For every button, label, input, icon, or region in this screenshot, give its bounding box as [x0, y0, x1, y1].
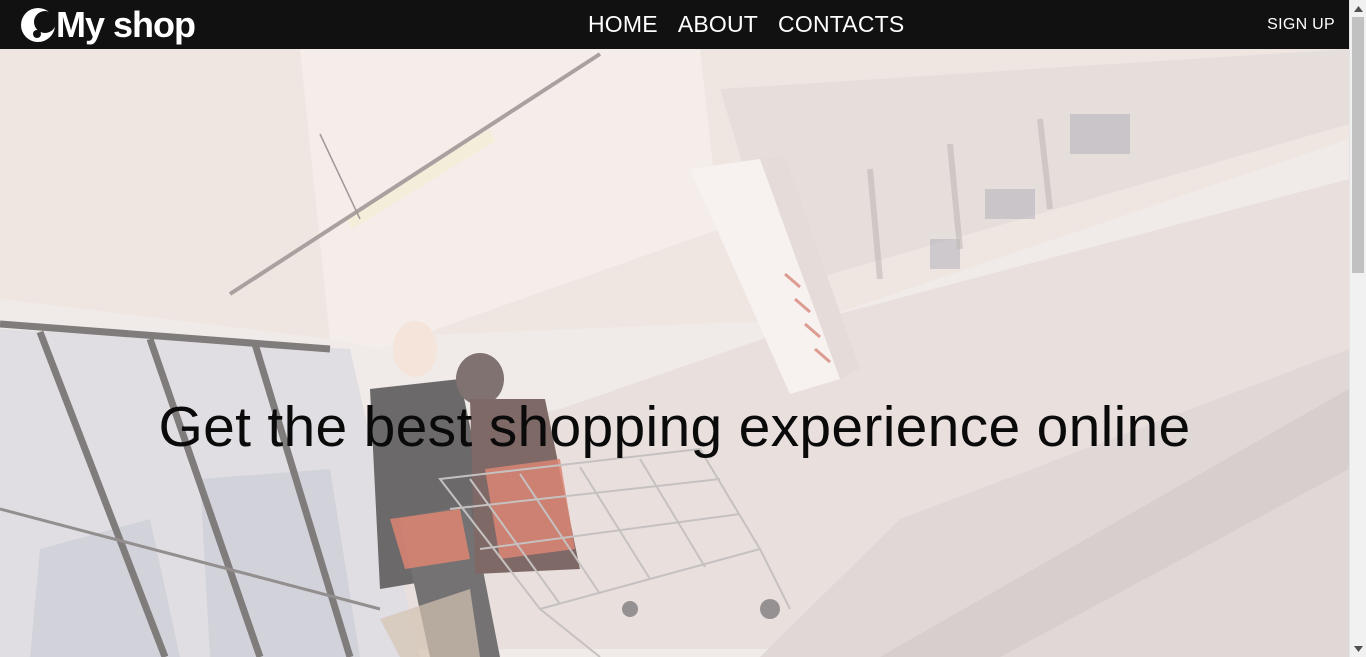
sign-up-link[interactable]: SIGN UP: [1267, 0, 1335, 49]
nav-contacts-link[interactable]: CONTACTS: [775, 0, 913, 49]
nav-home-link[interactable]: HOME: [585, 0, 667, 49]
vertical-scrollbar[interactable]: [1349, 0, 1366, 657]
main-nav: HOME ABOUT CONTACTS: [585, 0, 921, 49]
page: My shop HOME ABOUT CONTACTS SIGN UP Get …: [0, 0, 1366, 657]
hero-section: Get the best shopping experience online: [0, 49, 1349, 657]
scrollbar-thumb[interactable]: [1352, 17, 1364, 273]
brand-link[interactable]: My shop: [18, 4, 196, 46]
brand-name: My shop: [56, 4, 196, 45]
scroll-down-arrow-icon[interactable]: [1350, 640, 1366, 657]
nav-about-link[interactable]: ABOUT: [675, 0, 767, 49]
crescent-logo-icon: [21, 8, 56, 42]
hero-heading: Get the best shopping experience online: [158, 395, 1191, 459]
scroll-up-arrow-icon[interactable]: [1350, 0, 1366, 17]
navbar: My shop HOME ABOUT CONTACTS SIGN UP: [0, 0, 1349, 49]
hero-overlay: [0, 49, 1349, 657]
